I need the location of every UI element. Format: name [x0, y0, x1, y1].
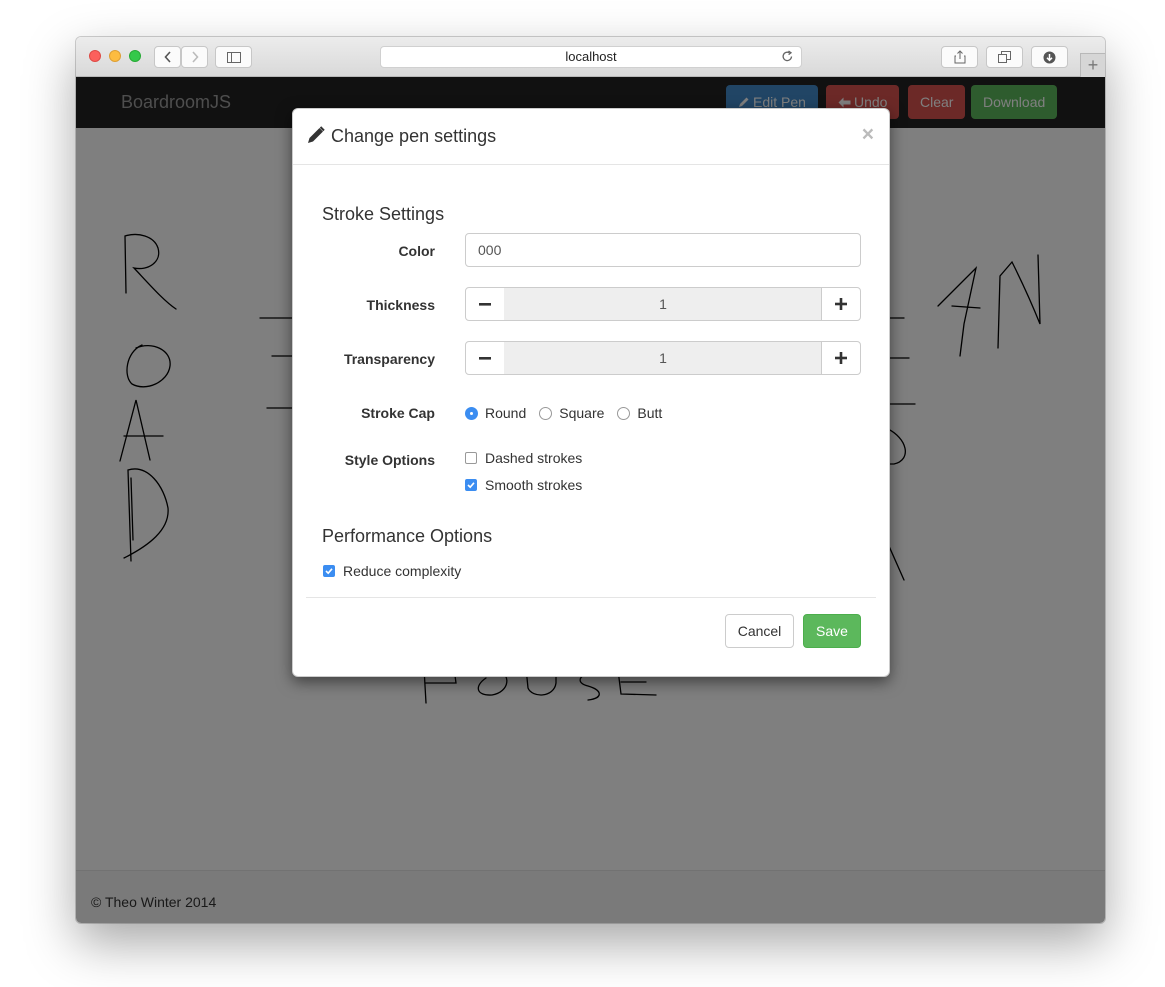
performance-options-heading: Performance Options	[322, 526, 493, 546]
thickness-value[interactable]: 1	[504, 287, 822, 321]
reload-icon[interactable]	[781, 50, 794, 63]
back-button[interactable]	[154, 46, 181, 68]
chevron-right-icon	[191, 51, 199, 63]
dashed-strokes-label: Dashed strokes	[485, 450, 583, 466]
address-bar[interactable]: localhost	[380, 46, 802, 68]
sidebar-icon	[226, 51, 241, 63]
stroke-cap-label: Stroke Cap	[361, 405, 435, 421]
thickness-increment-button[interactable]	[821, 287, 861, 321]
close-window-button[interactable]	[89, 50, 101, 62]
cancel-button[interactable]: Cancel	[725, 614, 794, 648]
pen-settings-modal: Change pen settings × Stroke Settings Co…	[292, 108, 890, 677]
thickness-stepper: 1	[465, 287, 861, 321]
style-options-label: Style Options	[344, 452, 435, 468]
forward-button[interactable]	[181, 46, 208, 68]
stroke-cap-butt-label: Butt	[637, 405, 663, 421]
address-text: localhost	[565, 49, 617, 64]
zoom-window-button[interactable]	[129, 50, 141, 62]
stroke-cap-round-label: Round	[485, 405, 527, 421]
transparency-value[interactable]: 1	[504, 341, 822, 375]
plus-icon	[835, 352, 847, 364]
transparency-increment-button[interactable]	[821, 341, 861, 375]
pencil-icon	[308, 126, 325, 143]
stroke-settings-heading: Stroke Settings	[322, 204, 445, 224]
thickness-decrement-button[interactable]	[465, 287, 505, 321]
share-icon	[954, 50, 965, 64]
reduce-complexity-checkbox[interactable]	[323, 565, 335, 577]
modal-footer-divider	[306, 597, 876, 598]
transparency-stepper: 1	[465, 341, 861, 375]
browser-titlebar: localhost +	[76, 37, 1105, 77]
radio-unselected[interactable]	[539, 406, 553, 420]
plus-icon	[835, 298, 847, 310]
reduce-complexity-option[interactable]: Reduce complexity	[323, 563, 461, 579]
sidebar-toggle-button[interactable]	[215, 46, 252, 68]
share-button[interactable]	[941, 46, 978, 68]
modal-header: Change pen settings ×	[293, 109, 889, 165]
checkmark-icon	[325, 568, 333, 575]
color-input[interactable]: 000	[465, 233, 861, 267]
checkmark-icon	[467, 482, 475, 489]
transparency-label: Transparency	[343, 351, 435, 367]
smooth-strokes-checkbox[interactable]	[465, 479, 477, 491]
tabs-overview-button[interactable]	[986, 46, 1023, 68]
stroke-cap-square-label: Square	[559, 405, 605, 421]
minimize-window-button[interactable]	[109, 50, 121, 62]
minus-icon	[479, 303, 491, 306]
tabs-icon	[998, 51, 1011, 63]
download-icon	[1043, 51, 1056, 63]
dashed-strokes-checkbox[interactable]	[465, 452, 477, 464]
transparency-decrement-button[interactable]	[465, 341, 505, 375]
stroke-cap-butt-option[interactable]: Butt	[617, 405, 662, 421]
radio-unselected[interactable]	[617, 406, 631, 420]
dashed-strokes-option[interactable]: Dashed strokes	[465, 450, 582, 466]
minus-icon	[479, 357, 491, 360]
reduce-complexity-label: Reduce complexity	[343, 563, 462, 579]
browser-window: localhost + BoardroomJS Edit Pen Undo Cl…	[76, 37, 1105, 923]
modal-title: Change pen settings	[331, 126, 497, 146]
stroke-cap-square-option[interactable]: Square	[539, 405, 604, 421]
smooth-strokes-label: Smooth strokes	[485, 477, 583, 493]
downloads-button[interactable]	[1031, 46, 1068, 68]
stroke-cap-round-option[interactable]: Round	[465, 405, 526, 421]
thickness-label: Thickness	[366, 297, 435, 313]
stroke-cap-radio-group: Round Square Butt	[465, 403, 675, 423]
close-icon[interactable]: ×	[862, 123, 874, 147]
new-tab-button[interactable]: +	[1080, 53, 1105, 77]
save-button[interactable]: Save	[803, 614, 861, 648]
color-label: Color	[398, 243, 435, 259]
chevron-left-icon	[163, 51, 171, 63]
radio-selected[interactable]	[465, 406, 478, 420]
smooth-strokes-option[interactable]: Smooth strokes	[465, 477, 582, 493]
